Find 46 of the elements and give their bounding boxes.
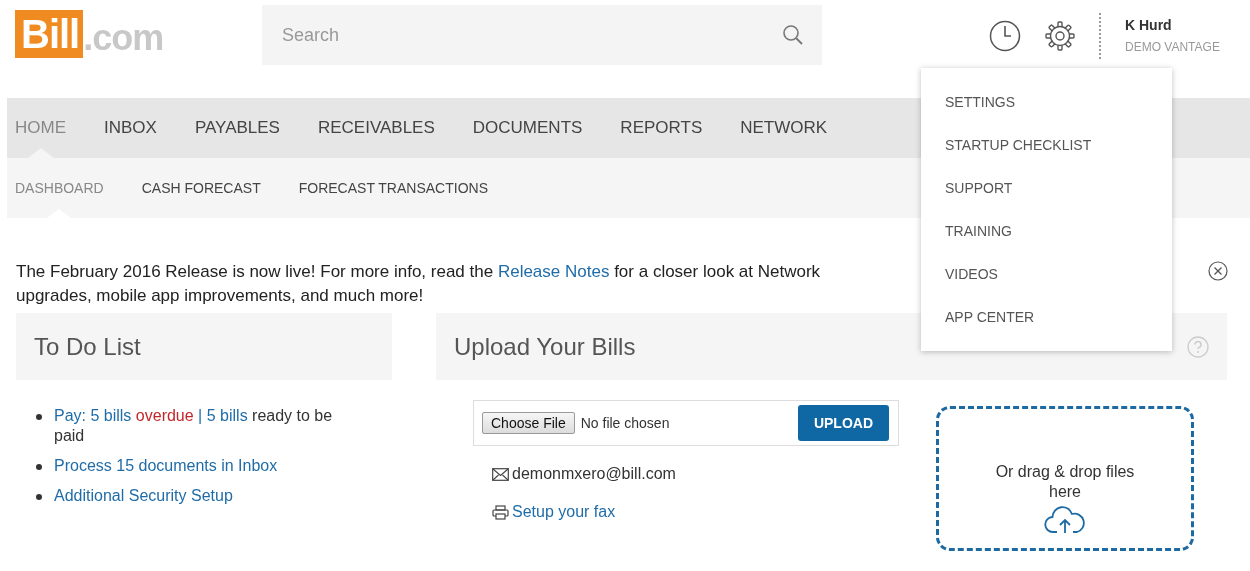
todo-link[interactable]: Additional Security Setup: [54, 487, 233, 504]
printer-icon: [492, 504, 509, 520]
menu-item[interactable]: TRAINING: [945, 221, 1172, 264]
close-icon[interactable]: [1208, 261, 1228, 281]
bullet-icon: [36, 414, 42, 420]
nav-tab[interactable]: REPORTS: [620, 98, 703, 158]
todo-link[interactable]: Process 15 documents in Inbox: [54, 457, 278, 474]
menu-item[interactable]: VIDEOS: [945, 264, 1172, 307]
menu-item[interactable]: APP CENTER: [945, 307, 1172, 350]
subnav-tab[interactable]: FORECAST TRANSACTIONS: [298, 158, 488, 218]
panel-title: Upload Your Bills: [454, 332, 636, 361]
bullet-icon: [36, 494, 42, 500]
search-field[interactable]: Search: [262, 5, 822, 65]
logo-brand: Bill: [15, 10, 84, 58]
todo-item: Pay: 5 bills overdue | 5 bills ready to be paid: [54, 406, 334, 446]
search-icon[interactable]: [782, 24, 804, 46]
drop-zone[interactable]: Or drag & drop files here: [936, 406, 1194, 551]
settings-icon[interactable]: [1044, 20, 1076, 52]
menu-item[interactable]: SUPPORT: [945, 178, 1172, 221]
subnav-tab[interactable]: CASH FORECAST: [141, 158, 261, 218]
todo-link[interactable]: 5 bills: [206, 407, 248, 424]
overdue-link[interactable]: overdue: [135, 407, 194, 424]
release-notes-link[interactable]: Release Notes: [497, 262, 610, 281]
panel-title: To Do List: [34, 332, 141, 361]
nav-tab[interactable]: DOCUMENTS: [472, 98, 583, 158]
todo-link[interactable]: Pay: 5 bills: [54, 407, 132, 424]
clock-icon[interactable]: [989, 20, 1021, 52]
email-address: demonmxero@bill.com: [512, 465, 676, 483]
nav-tab[interactable]: NETWORK: [740, 98, 828, 158]
envelope-icon: [492, 467, 509, 481]
bullet-icon: [36, 464, 42, 470]
nav-tab[interactable]: RECEIVABLES: [317, 98, 435, 158]
choose-file-button[interactable]: Choose File: [482, 412, 575, 434]
menu-item[interactable]: STARTUP CHECKLIST: [945, 135, 1172, 178]
nav-tab[interactable]: PAYABLES: [194, 98, 280, 158]
drop-zone-text: Or drag & drop files here: [994, 462, 1136, 502]
upload-button[interactable]: UPLOAD: [797, 405, 889, 441]
cloud-upload-icon: [1044, 506, 1086, 534]
user-name[interactable]: K Hurd: [1125, 17, 1220, 33]
menu-item[interactable]: SETTINGS: [945, 92, 1172, 135]
fax-setup-link[interactable]: Setup your fax: [512, 503, 616, 521]
todo-link[interactable]: |: [198, 407, 203, 424]
company-name: DEMO VANTAGE: [1125, 40, 1220, 54]
nav-tab[interactable]: INBOX: [104, 98, 157, 158]
announcement-text: The February 2016 Release is now live! For more info, read the Release Notes for a closer look at Network upgrades, mobile app improvements, and much more!: [16, 261, 821, 307]
file-status: No file chosen: [580, 415, 671, 431]
